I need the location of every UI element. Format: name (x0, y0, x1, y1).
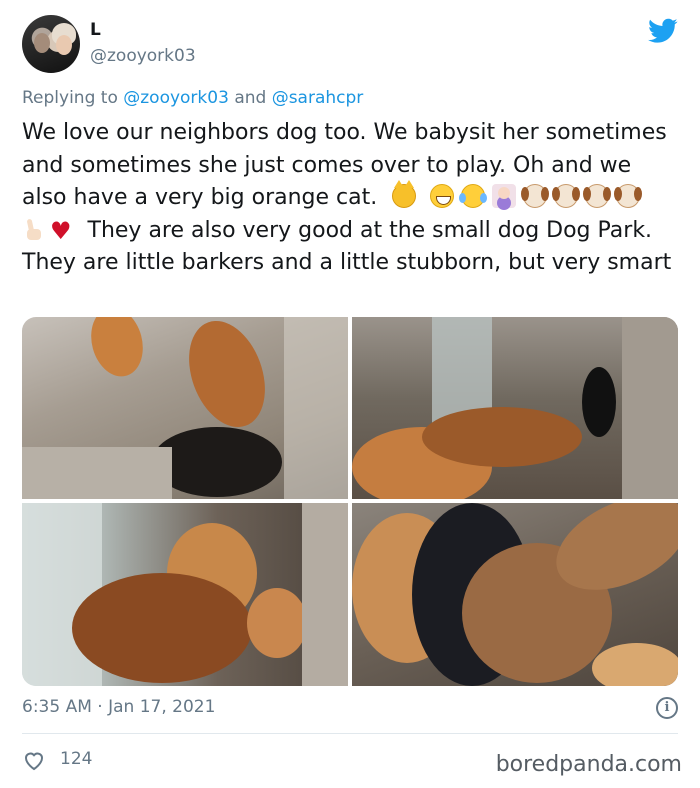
grinning-face-icon (430, 184, 455, 208)
dog-face-icon (521, 184, 550, 208)
author-name[interactable]: L (90, 20, 101, 40)
cat-face-icon (392, 180, 417, 208)
replying-prefix: Replying to (22, 88, 118, 108)
like-heart-icon[interactable] (22, 748, 46, 772)
dog-face-icon (552, 184, 581, 208)
replying-conjunction: and (234, 88, 267, 108)
tweet-timestamp[interactable]: 6:35 AM · Jan 17, 2021 (22, 697, 215, 717)
source-watermark: boredpanda.com (495, 752, 682, 777)
tears-of-joy-icon (459, 184, 488, 208)
author-avatar[interactable] (22, 15, 80, 73)
photo-dogs-hallway-top-left[interactable] (22, 317, 348, 499)
mention-link[interactable]: @zooyork03 (123, 88, 229, 108)
photo-dogs-closeup[interactable] (352, 503, 678, 686)
divider (22, 733, 678, 734)
woman-gesturing-icon (492, 184, 517, 208)
mention-link[interactable]: @sarahcpr (272, 88, 364, 108)
tweet-text-part2: They are also very good at the small dog… (22, 217, 672, 276)
info-icon[interactable]: i (656, 697, 678, 719)
twitter-bird-icon[interactable] (648, 18, 678, 44)
photo-cat-and-dog-window[interactable] (22, 503, 348, 686)
photo-dogs-doorway[interactable] (352, 317, 678, 499)
media-grid (22, 317, 678, 686)
author-handle[interactable]: @zooyork03 (90, 46, 196, 66)
dog-face-icon (614, 184, 643, 208)
like-count[interactable]: 124 (60, 749, 92, 769)
tweet-text: We love our neighbors dog too. We babysi… (22, 117, 682, 280)
dog-face-icon (583, 184, 612, 208)
replying-to-line: Replying to @zooyork03 and @sarahcpr (22, 88, 363, 108)
victory-hand-icon (22, 217, 46, 241)
red-heart-icon: ♥ (50, 216, 72, 245)
